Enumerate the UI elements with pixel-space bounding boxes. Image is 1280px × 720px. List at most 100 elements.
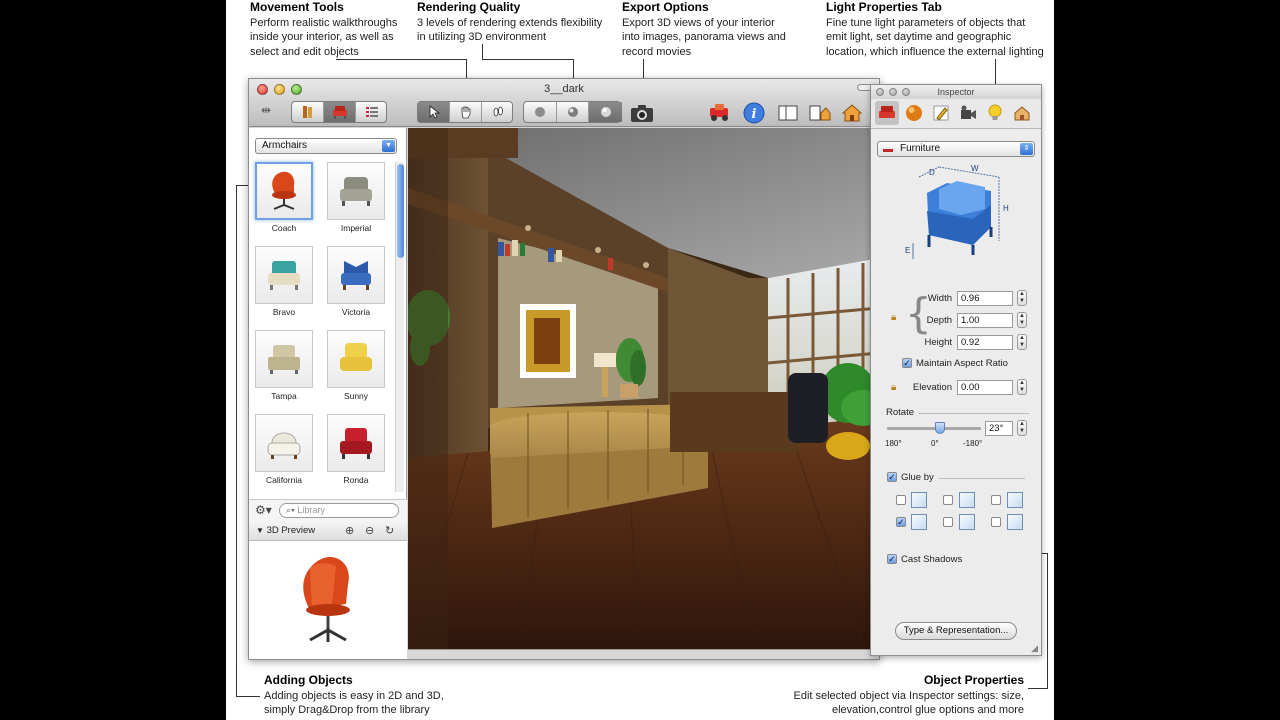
depth-input[interactable]: 1.00 xyxy=(957,313,1013,328)
library-scrollbar[interactable] xyxy=(395,162,404,492)
resize-grip-icon[interactable]: ◢ xyxy=(1031,643,1038,654)
library-item[interactable]: Sunny xyxy=(326,330,386,412)
library-item[interactable]: Imperial xyxy=(326,162,386,244)
glue-option-checkbox[interactable]: ✓ xyxy=(896,517,906,527)
armchair-bravo-thumbnail xyxy=(255,246,313,304)
plan-2d-icon[interactable] xyxy=(775,100,801,126)
annotation-movement-tools: Movement Tools Perform realistic walkthr… xyxy=(250,0,420,59)
info-icon[interactable]: i xyxy=(741,100,767,126)
splitter-toggle-icon[interactable]: ⇹ xyxy=(261,103,271,117)
glue-by-checkbox[interactable]: ✓ xyxy=(887,472,897,482)
cast-shadows-checkbox[interactable]: ✓ xyxy=(887,554,897,564)
glue-option-checkbox[interactable] xyxy=(943,495,953,505)
movement-tools-segmented xyxy=(417,101,513,123)
glue-bottom-left-icon xyxy=(911,514,927,530)
library-item[interactable]: California xyxy=(254,414,314,496)
leader-line xyxy=(1028,688,1048,689)
annotation-line: emit light, set daytime and geographic xyxy=(826,31,1012,43)
minimize-inspector-button[interactable] xyxy=(889,88,897,96)
zoom-out-icon[interactable]: ⊖ xyxy=(365,521,374,541)
elevation-input[interactable]: 0.00 xyxy=(957,380,1013,395)
library-item[interactable]: Tampa xyxy=(254,330,314,412)
depth-stepper[interactable]: ▲ ▼ xyxy=(1017,312,1027,328)
glue-option-checkbox[interactable] xyxy=(991,517,1001,527)
tab-edit-pencil-icon[interactable] xyxy=(929,101,953,125)
camera-export-icon[interactable] xyxy=(629,100,655,126)
split-view-icon[interactable] xyxy=(807,100,833,126)
zoom-in-icon[interactable]: ⊕ xyxy=(345,521,354,541)
armchair-california-thumbnail xyxy=(255,414,313,472)
render-medium-icon[interactable] xyxy=(557,102,589,122)
tab-building-icon[interactable] xyxy=(1010,101,1034,125)
preview-title: 3D Preview xyxy=(266,525,316,536)
disclosure-triangle-icon[interactable]: ▼ xyxy=(256,526,264,535)
library-item-label: California xyxy=(266,475,302,485)
glue-option-checkbox[interactable] xyxy=(943,517,953,527)
armchair-imperial-thumbnail xyxy=(327,162,385,220)
elevation-stepper[interactable]: ▲ ▼ xyxy=(1017,379,1027,395)
glue-top-right-icon xyxy=(1007,492,1023,508)
3d-viewport[interactable]: ⦀ xyxy=(408,128,879,659)
annotation-title: Light Properties Tab xyxy=(826,0,942,14)
home-3d-icon[interactable] xyxy=(839,100,865,126)
tab-material-icon[interactable] xyxy=(902,101,926,125)
rotate-slider[interactable] xyxy=(887,422,981,434)
width-label: Width xyxy=(927,293,952,304)
tab-camera-icon[interactable] xyxy=(956,101,980,125)
annotation-line: simply Drag&Drop from the library xyxy=(264,704,430,716)
tab-light-bulb-icon[interactable] xyxy=(983,101,1007,125)
library-search-input[interactable]: ⌕▾ Library xyxy=(279,503,399,518)
object-type-dropdown[interactable]: ▬ Furniture ⇕ xyxy=(877,141,1035,157)
gear-menu-icon[interactable]: ⚙▾ xyxy=(255,503,272,517)
rotate-input[interactable]: 23° xyxy=(985,421,1013,436)
category-dropdown[interactable]: Armchairs ▼ xyxy=(255,138,397,154)
library-item[interactable]: Bravo xyxy=(254,246,314,328)
close-inspector-button[interactable] xyxy=(876,88,884,96)
preview-3d-area[interactable] xyxy=(249,541,407,659)
glue-option-checkbox[interactable] xyxy=(991,495,1001,505)
chevron-down-icon: ▼ xyxy=(382,140,395,152)
preview-header: ▼ 3D Preview ⊕ ⊖ ↻ xyxy=(249,521,407,541)
dim-e-label: E xyxy=(905,246,910,255)
annotation-export-options: Export Options Export 3D views of your i… xyxy=(622,0,797,59)
book-library-icon[interactable] xyxy=(292,102,324,122)
tab-furniture-icon[interactable] xyxy=(875,101,899,125)
library-item-label: Bravo xyxy=(272,307,296,317)
width-stepper[interactable]: ▲ ▼ xyxy=(1017,290,1027,306)
list-view-icon[interactable] xyxy=(356,102,388,122)
rotate-slider-knob[interactable] xyxy=(934,422,945,434)
height-input[interactable]: 0.92 xyxy=(957,335,1013,350)
height-stepper[interactable]: ▲ ▼ xyxy=(1017,334,1027,350)
scrollbar-thumb[interactable] xyxy=(397,164,404,258)
annotation-line: Adding objects is easy in 2D and 3D, xyxy=(264,689,444,702)
rotate-stepper[interactable]: ▲ ▼ xyxy=(1017,420,1027,436)
glue-option-checkbox[interactable] xyxy=(896,495,906,505)
annotation-line: Perform realistic walkthroughs xyxy=(250,16,398,29)
inspector-window: Inspector ▬ Furniture ⇕ D W H E 🔒︎ {Wid… xyxy=(870,84,1042,656)
rotate-view-icon[interactable]: ↻ xyxy=(385,521,394,541)
furniture-small-icon: ▬ xyxy=(883,144,893,155)
select-arrow-icon[interactable] xyxy=(418,102,450,122)
zoom-inspector-button[interactable] xyxy=(902,88,910,96)
render-high-icon[interactable] xyxy=(589,102,622,122)
width-input[interactable]: 0.96 xyxy=(957,291,1013,306)
pan-hand-icon[interactable] xyxy=(450,102,482,122)
glue-by-label: Glue by xyxy=(901,472,934,483)
library-item[interactable]: Coach xyxy=(254,162,314,244)
render-low-icon[interactable] xyxy=(524,102,557,122)
dim-d-label: D xyxy=(929,168,935,177)
type-representation-button[interactable]: Type & Representation... xyxy=(895,622,1017,640)
maintain-aspect-checkbox[interactable]: ✓ xyxy=(902,358,912,368)
library-item[interactable]: Victoria xyxy=(326,246,386,328)
annotation-rendering-quality: Rendering Quality 3 levels of rendering … xyxy=(417,0,617,45)
library-item-label: Imperial xyxy=(340,223,372,233)
walk-feet-icon[interactable] xyxy=(482,102,514,122)
armchair-tampa-thumbnail xyxy=(255,330,313,388)
object-type-value: Furniture xyxy=(900,143,941,154)
glue-top-center-icon xyxy=(959,492,975,508)
furniture-library-icon[interactable] xyxy=(324,102,356,122)
library-item[interactable]: Ronda xyxy=(326,414,386,496)
depth-label: Depth xyxy=(926,315,952,326)
rotate-separator xyxy=(919,413,1029,414)
toy-car-icon[interactable] xyxy=(707,100,733,126)
